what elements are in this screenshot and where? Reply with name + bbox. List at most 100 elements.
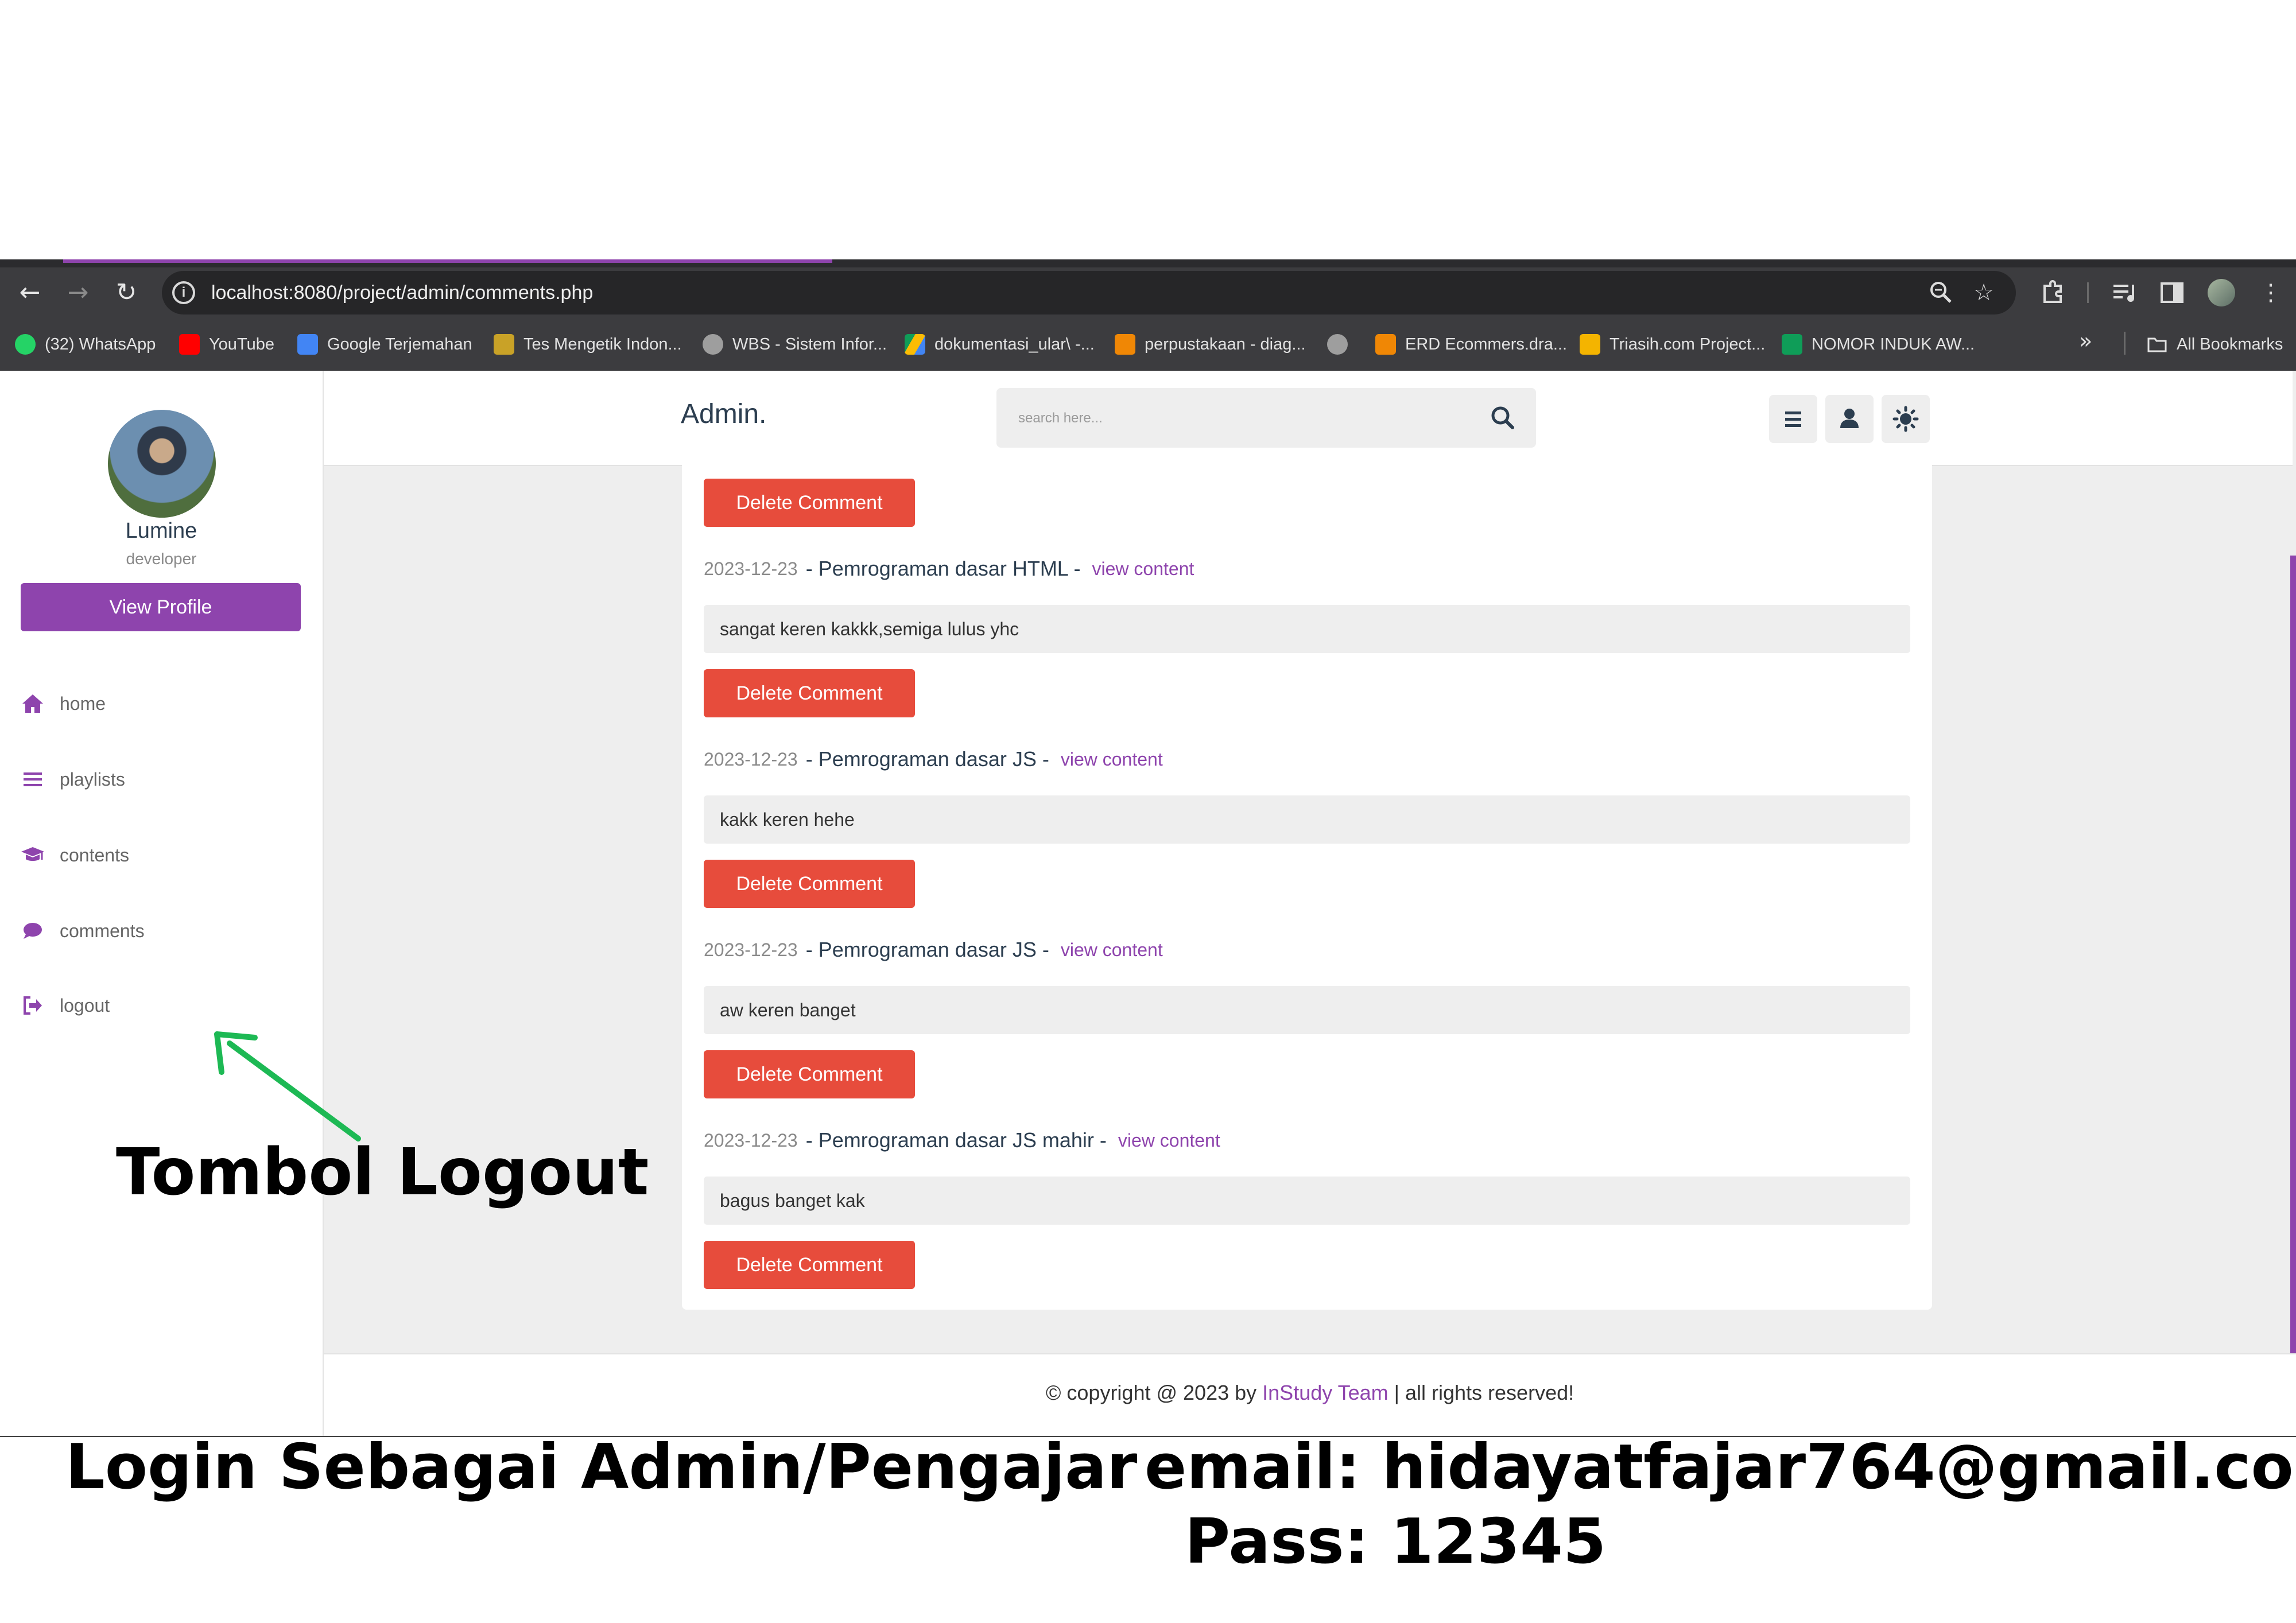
bookmark-star-icon[interactable]: ☆ xyxy=(1969,278,1999,308)
annotation-password: Pass: 12345 xyxy=(1185,1506,1607,1578)
google-sheets-icon xyxy=(1782,334,1802,355)
bookmark-item[interactable]: Google Terjemahan xyxy=(297,327,472,362)
extensions-icon[interactable] xyxy=(2037,277,2069,309)
comment-text: aw keren banget xyxy=(720,1000,856,1020)
view-content-link[interactable]: view content xyxy=(1092,558,1194,580)
browser-profile-avatar[interactable] xyxy=(2208,279,2235,306)
bookmark-item[interactable]: WBS - Sistem Infor... xyxy=(703,327,887,362)
google-drive-icon xyxy=(905,334,925,355)
copyright-text: © copyright @ 2023 by InStudy Team | all… xyxy=(1045,1381,1574,1404)
comment-meta: 2023-12-23 - Pemrograman dasar JS mahir … xyxy=(704,1125,1220,1156)
google-translate-icon xyxy=(297,334,318,355)
back-arrow-icon[interactable]: ← xyxy=(11,274,48,311)
globe-icon xyxy=(703,334,723,355)
comment-text-box: kakk keren hehe xyxy=(704,795,1910,844)
all-bookmarks-button[interactable]: All Bookmarks xyxy=(2147,327,2283,362)
forward-arrow-icon[interactable]: → xyxy=(60,274,96,311)
drawio-icon xyxy=(1115,334,1135,355)
team-link[interactable]: InStudy Team xyxy=(1262,1381,1388,1404)
home-icon xyxy=(18,689,47,718)
site-info-icon[interactable]: i xyxy=(172,281,195,304)
bars-icon xyxy=(1785,411,1801,427)
bookmark-item[interactable]: (32) WhatsApp xyxy=(15,327,156,362)
footer: © copyright @ 2023 by InStudy Team | all… xyxy=(324,1353,2296,1437)
delete-comment-button[interactable]: Delete Comment xyxy=(704,1241,915,1289)
zoom-icon[interactable] xyxy=(1926,278,1956,308)
bars-icon xyxy=(18,765,47,794)
menu-toggle-button[interactable] xyxy=(1769,395,1817,443)
more-bookmarks-icon[interactable]: » xyxy=(2079,328,2092,354)
sidebar-item-logout[interactable]: logout xyxy=(18,988,110,1023)
reload-icon[interactable]: ↻ xyxy=(108,274,145,311)
folder-icon xyxy=(2147,334,2167,355)
graduation-cap-icon xyxy=(18,841,47,869)
toolbar-separator xyxy=(2087,282,2089,303)
comment-text-box: aw keren banget xyxy=(704,986,1910,1034)
bookmark-item[interactable]: dokumentasi_ular\ -... xyxy=(905,327,1095,362)
profile-name: Lumine xyxy=(125,519,197,543)
typing-test-icon xyxy=(494,334,514,355)
sidebar-item-comments[interactable]: comments xyxy=(18,914,145,948)
bookmark-item[interactable]: perpustakaan - diag... xyxy=(1115,327,1306,362)
comment-date: 2023-12-23 xyxy=(704,558,798,579)
comment-text: sangat keren kakkk,semiga lulus yhc xyxy=(720,619,1019,639)
bookmark-item[interactable] xyxy=(1327,327,1357,362)
view-content-link[interactable]: view content xyxy=(1061,939,1163,961)
bookmarks-separator xyxy=(2124,332,2126,355)
active-tab-indicator xyxy=(63,259,832,263)
side-panel-icon[interactable] xyxy=(2156,277,2188,309)
user-icon xyxy=(1840,409,1859,428)
whatsapp-icon xyxy=(15,334,36,355)
media-control-icon[interactable] xyxy=(2108,277,2140,309)
bookmark-item[interactable]: YouTube xyxy=(179,327,274,362)
delete-comment-button[interactable]: Delete Comment xyxy=(704,479,915,527)
sidebar-item-contents[interactable]: contents xyxy=(18,838,129,872)
comment-text: kakk keren hehe xyxy=(720,809,855,830)
bookmark-item[interactable]: Tes Mengetik Indon... xyxy=(494,327,682,362)
logo[interactable]: Admin. xyxy=(681,398,766,430)
sign-out-icon xyxy=(18,991,47,1020)
comment-date: 2023-12-23 xyxy=(704,748,798,770)
bookmark-item[interactable]: Triasih.com Project... xyxy=(1580,327,1765,362)
annotation-email: email: hidayatfajar764@gmail.com xyxy=(1145,1431,2296,1503)
bookmark-item[interactable]: NOMOR INDUK AW... xyxy=(1782,327,1975,362)
sidebar-item-playlists[interactable]: playlists xyxy=(18,762,125,797)
comment-meta: 2023-12-23 - Pemrograman dasar HTML - vi… xyxy=(704,553,1194,584)
view-content-link[interactable]: view content xyxy=(1061,749,1163,770)
view-profile-button[interactable]: View Profile xyxy=(21,583,301,631)
comment-meta: 2023-12-23 - Pemrograman dasar JS - view… xyxy=(704,934,1163,965)
avatar xyxy=(108,410,216,518)
comment-content-title: - Pemrograman dasar JS mahir - xyxy=(805,1128,1107,1152)
drawio-icon xyxy=(1375,334,1396,355)
globe-icon xyxy=(1327,334,1348,355)
user-button[interactable] xyxy=(1825,395,1874,443)
delete-comment-button[interactable]: Delete Comment xyxy=(704,860,915,908)
comment-date: 2023-12-23 xyxy=(704,939,798,960)
delete-comment-button[interactable]: Delete Comment xyxy=(704,669,915,717)
google-slides-icon xyxy=(1580,334,1600,355)
comment-text-box: sangat keren kakkk,semiga lulus yhc xyxy=(704,605,1910,653)
delete-comment-button[interactable]: Delete Comment xyxy=(704,1050,915,1098)
comment-content-title: - Pemrograman dasar HTML - xyxy=(805,557,1081,580)
url-text[interactable]: localhost:8080/project/admin/comments.ph… xyxy=(211,278,593,308)
comment-text-box: bagus banget kak xyxy=(704,1177,1910,1225)
comment-icon xyxy=(18,917,47,945)
sun-icon xyxy=(1892,406,1919,432)
comment-date: 2023-12-23 xyxy=(704,1129,798,1151)
comment-meta: 2023-12-23 - Pemrograman dasar JS - view… xyxy=(704,744,1163,775)
profile-role: developer xyxy=(126,550,197,568)
sidebar-item-home[interactable]: home xyxy=(18,686,106,721)
theme-toggle-button[interactable] xyxy=(1882,395,1930,443)
page-scrollbar[interactable] xyxy=(2290,556,2296,1436)
comment-content-title: - Pemrograman dasar JS - xyxy=(805,938,1049,961)
comment-content-title: - Pemrograman dasar JS - xyxy=(805,747,1049,771)
search-input[interactable] xyxy=(1017,405,1467,432)
bookmark-item[interactable]: ERD Ecommers.dra... xyxy=(1375,327,1567,362)
view-content-link[interactable]: view content xyxy=(1118,1130,1220,1151)
youtube-icon xyxy=(179,334,200,355)
search-icon[interactable] xyxy=(1486,401,1520,435)
annotation-logout-label: Tombol Logout xyxy=(116,1135,649,1210)
browser-menu-icon[interactable]: ⋮ xyxy=(2255,277,2287,309)
comment-text: bagus banget kak xyxy=(720,1190,865,1211)
annotation-login-as: Login Sebagai Admin/Pengajar xyxy=(65,1431,1138,1503)
